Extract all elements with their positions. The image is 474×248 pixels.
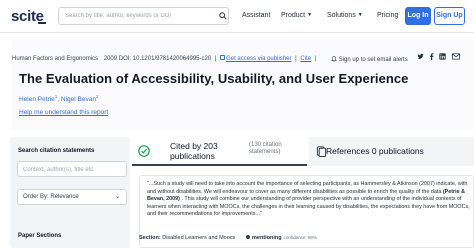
cite-link[interactable]: Cite: [300, 56, 311, 62]
paper-meta: Human Factors and Ergonomics 2009 DOI: 1…: [12, 55, 318, 62]
get-access-link[interactable]: Get access via publisher: [226, 56, 291, 62]
nav-solutions[interactable]: Solutions ▼: [327, 12, 363, 19]
quote-text-before: "...Such a study will need to take into …: [147, 181, 468, 195]
tab-references-label: References 0 publications: [326, 146, 424, 156]
citation-search-box[interactable]: [17, 161, 127, 177]
nav-pricing[interactable]: Pricing: [377, 12, 398, 19]
author-link[interactable]: Helen Petrie: [19, 96, 55, 103]
twitter-icon[interactable]: [417, 53, 424, 62]
cited-by-icon: [138, 145, 150, 157]
login-button[interactable]: Log In: [405, 7, 431, 25]
logo-underline: [38, 22, 46, 24]
separator: |: [295, 56, 297, 62]
search-button[interactable]: [216, 7, 229, 25]
nav-assistant[interactable]: Assistant: [242, 12, 270, 19]
top-navigation: scite Assistant Product▼ Solutions▼ Pric…: [0, 0, 474, 33]
facebook-icon[interactable]: [428, 53, 435, 62]
author-link[interactable]: Nigel Bevan: [61, 96, 96, 103]
tab-cited-by-label: Cited by 203 publications: [170, 141, 218, 161]
citation-section: Section: Disabled Learners and Moocs: [139, 235, 235, 241]
section-value: Disabled Learners and Moocs: [162, 235, 236, 241]
tab-references[interactable]: References 0 publications: [309, 137, 474, 166]
unlock-icon: [220, 55, 226, 60]
chevron-down-icon: ▼: [307, 12, 313, 18]
nav-product[interactable]: Product ▼: [281, 12, 312, 19]
search-citations-heading: Search citation statements: [18, 148, 95, 154]
tab-cited-by[interactable]: Cited by 203 publications (130 citation …: [132, 137, 307, 166]
quote-text-after: . This study will combine our understand…: [147, 196, 470, 218]
mention-label: mentioning: [252, 235, 282, 241]
citation-type: mentioning confidence: 99%: [246, 235, 317, 241]
email-alert[interactable]: Sign up to set email alerts: [331, 55, 408, 63]
author-affiliation-number: 2: [95, 94, 99, 99]
separator: |: [314, 56, 317, 62]
paper-sections-heading: Paper Sections: [18, 233, 62, 239]
bell-icon: [331, 56, 337, 62]
global-search-box[interactable]: [58, 7, 229, 25]
section-label: Section:: [139, 235, 161, 241]
mentioning-dot-icon: [246, 235, 250, 239]
publication-year: 2009: [103, 56, 118, 62]
nav-solutions-label: Solutions: [327, 12, 356, 19]
paper-title: The Evaluation of Accessibility, Usabili…: [19, 71, 409, 86]
paper-doi[interactable]: DOI: 10.1201/9781420064995-c20: [119, 56, 211, 62]
email-alert-label: Sign up to set email alerts: [338, 57, 408, 63]
understand-report-link[interactable]: Help me understand this report: [19, 109, 108, 116]
citation-statement-count: (130 citation statements): [249, 142, 282, 155]
citation-search-input[interactable]: [23, 164, 123, 175]
linkedin-icon[interactable]: [439, 53, 446, 62]
separator: |: [214, 56, 217, 62]
chevron-down-icon: ⌄: [114, 194, 120, 200]
confidence-score: confidence: 99%: [283, 235, 317, 240]
nav-product-label: Product: [281, 12, 306, 19]
search-icon: [219, 12, 227, 20]
order-by-label: Order By: Relevance: [23, 194, 79, 200]
global-search-input[interactable]: [65, 10, 205, 22]
order-by-select[interactable]: Order By: Relevance ⌄: [17, 189, 127, 205]
citation-quote: "...Such a study will need to take into …: [147, 181, 472, 219]
signup-button[interactable]: Sign Up: [434, 7, 465, 25]
email-share-icon[interactable]: [452, 53, 460, 62]
chevron-down-icon: ▼: [357, 12, 363, 18]
journal-name: Human Factors and Ergonomics: [12, 56, 99, 62]
author-list: Helen Petrie1, Nigel Bevan2: [19, 94, 99, 103]
